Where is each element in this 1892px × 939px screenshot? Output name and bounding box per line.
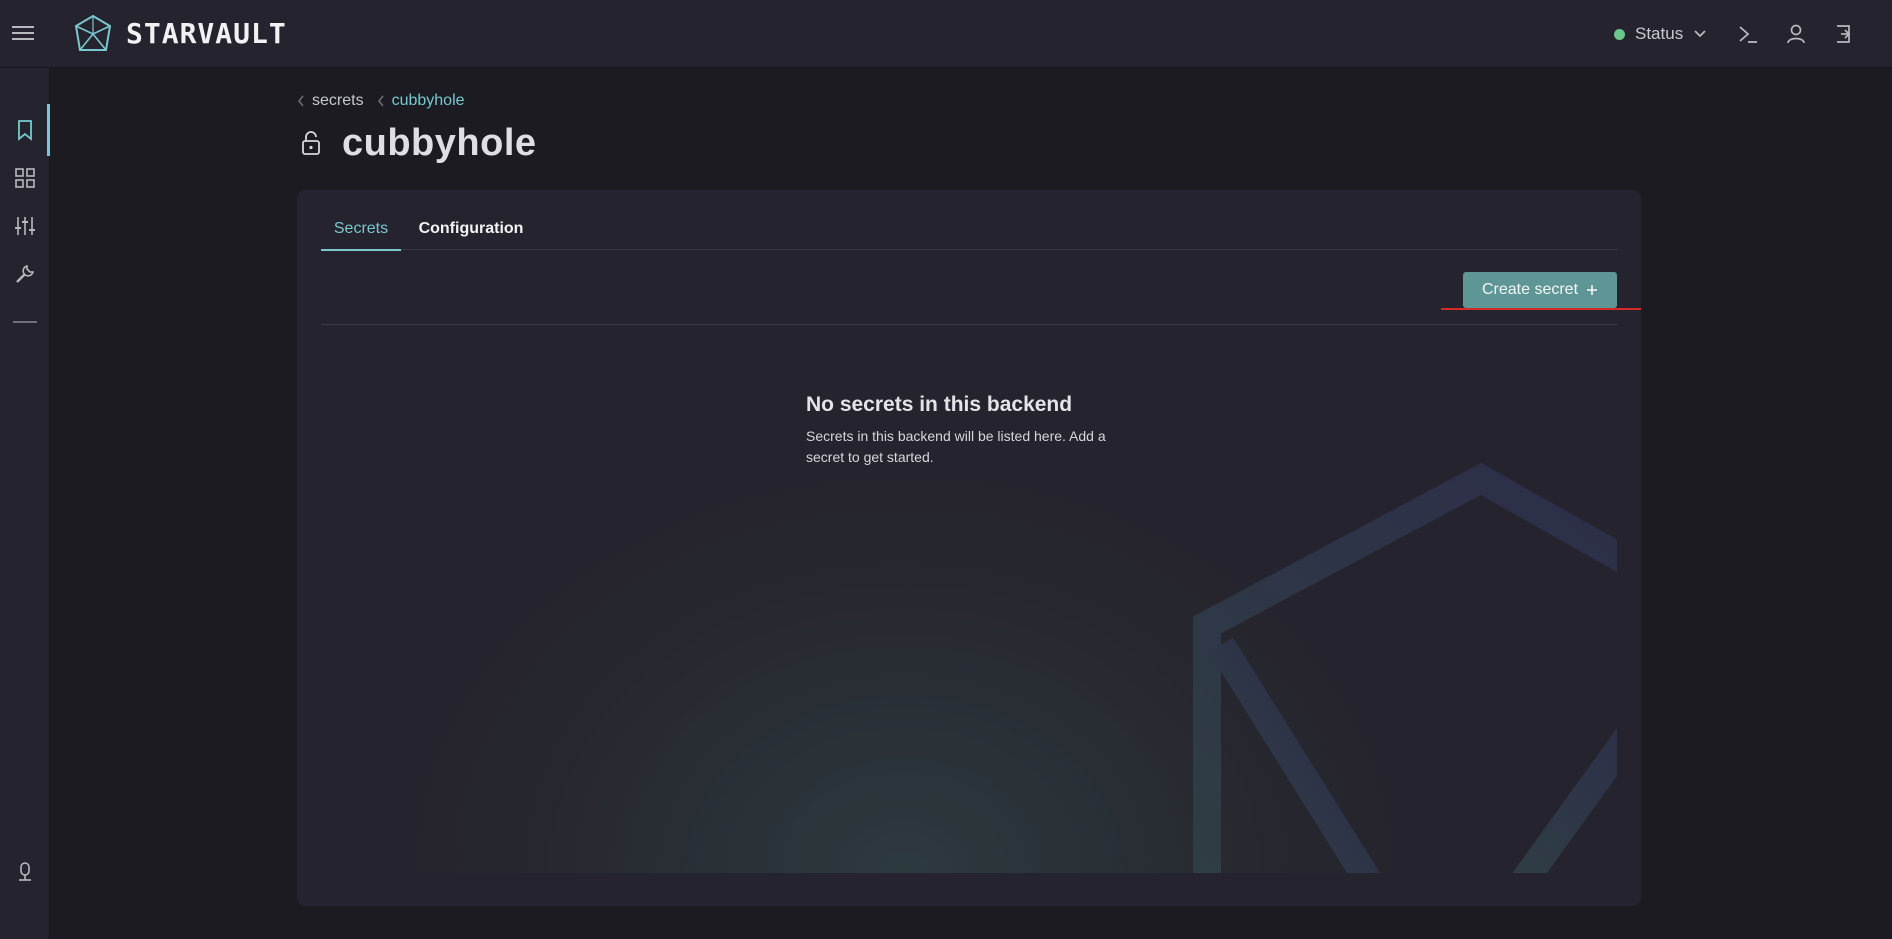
empty-state-title: No secrets in this backend [806,393,1073,416]
brand-name[interactable]: STARVAULT [126,17,287,50]
dashboard-grid-icon [15,168,35,188]
breadcrumb: secrets cubbyhole [296,90,465,112]
bookmark-icon [18,120,32,141]
wrench-icon [16,264,35,283]
breadcrumb-secrets[interactable]: secrets [312,92,364,110]
status-dropdown[interactable]: Status [1614,22,1707,46]
plus-icon [1587,285,1598,295]
sidebar-item-collapse[interactable] [0,300,50,344]
page-title: cubbyhole [342,121,537,164]
sliders-icon [15,217,35,235]
chevron-left-icon [297,95,304,107]
tab-configuration[interactable]: Configuration [411,220,531,250]
logout-icon[interactable] [1830,20,1858,48]
empty-state-description: Secrets in this backend will be listed h… [806,428,1106,465]
chevron-left-icon [377,95,384,107]
empty-state: No secrets in this backend Secrets in th… [321,325,1617,873]
collapse-line-icon [13,321,37,323]
tab-bar: Secrets Configuration [321,220,1617,251]
sidebar-item-dashboard[interactable] [0,156,50,200]
sidebar-item-settings[interactable] [0,204,50,248]
chevron-down-icon [1694,30,1706,38]
sidebar-item-secrets[interactable] [0,104,50,156]
tab-secrets[interactable]: Secrets [321,220,401,251]
status-indicator-icon [1614,28,1625,40]
lock-open-icon [302,131,320,155]
breadcrumb-cubbyhole[interactable]: cubbyhole [392,92,465,110]
sidebar-item-tools[interactable] [0,252,50,296]
side-navigation-rail [0,68,50,939]
page-header: cubbyhole [300,118,537,168]
create-secret-button[interactable]: Create secret [1463,272,1617,308]
create-secret-label: Create secret [1481,281,1579,298]
microphone-icon[interactable] [12,859,38,885]
highlight-underline [1441,308,1641,310]
secrets-panel: Secrets Configuration Create secret No s… [297,190,1641,906]
logo-icon[interactable] [74,14,112,54]
top-navigation-bar: STARVAULT Status [0,0,1892,68]
menu-icon[interactable] [10,20,36,46]
user-icon[interactable] [1782,20,1810,48]
terminal-icon[interactable] [1734,20,1762,48]
status-label: Status [1635,24,1684,43]
